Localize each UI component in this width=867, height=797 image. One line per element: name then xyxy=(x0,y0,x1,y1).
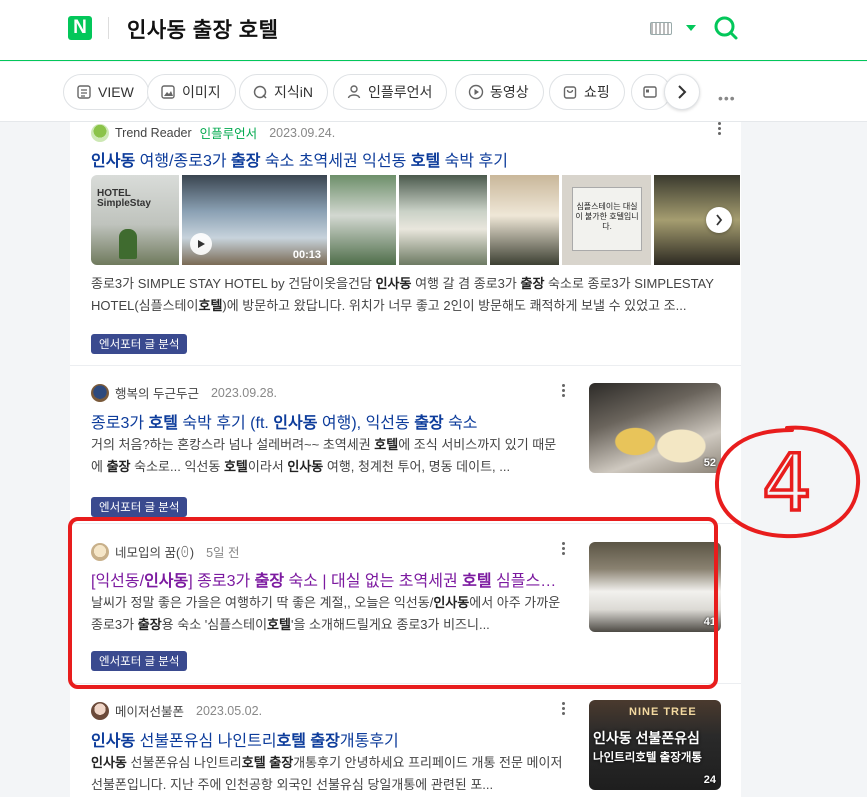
author-name: Trend Reader xyxy=(115,125,192,140)
result-description: 종로3가 SIMPLE STAY HOTEL by 건담이옷을건담 인사동 여행… xyxy=(91,276,714,313)
strip-image-lobby[interactable]: HOTEL SimpleStay xyxy=(91,175,179,265)
result-title[interactable]: 인사동 여행/종로3가 출장 숙소 초역세권 익선동 호텔 숙박 후기 xyxy=(91,147,711,171)
shopping-icon xyxy=(563,86,577,99)
analysis-tag[interactable]: 엔서포터 글 분석 xyxy=(91,497,188,517)
tab-label: 인플루언서 xyxy=(368,84,433,100)
strip-image-sign[interactable]: 심플스테이는 대실이 불가한 호텔입니다. xyxy=(562,175,651,265)
photo-count: 24 xyxy=(703,774,716,786)
search-tabs: VIEW 이미지 지식iN 인플루언서 동영상 쇼핑 ••• xyxy=(0,62,867,122)
thumb-line1: 인사동 선불폰유심 xyxy=(593,730,700,746)
image-strip[interactable]: HOTEL SimpleStay 00:13 심플스테이는 대실이 불가한 호텔… xyxy=(91,175,741,265)
image-icon xyxy=(161,85,175,99)
post-date: 2023.05.02. xyxy=(196,703,263,718)
header-divider xyxy=(108,17,109,39)
tab-video[interactable]: 동영상 xyxy=(455,74,544,110)
chevron-down-icon[interactable] xyxy=(686,25,696,31)
chevron-right-icon xyxy=(716,214,723,226)
author-name: 메이저선불폰 xyxy=(115,705,185,719)
avatar xyxy=(91,123,109,142)
author-name: 행복의 두근두근 xyxy=(115,387,199,401)
tab-shopping[interactable]: 쇼핑 xyxy=(549,74,625,110)
result-item: 행복의 두근두근 2023.09.28. 종로3가 호텔 숙박 후기 (ft. … xyxy=(70,367,741,524)
result-thumbnail[interactable]: 52 xyxy=(589,383,721,473)
thumb-sign: NINE TREE xyxy=(629,706,697,718)
play-icon[interactable] xyxy=(190,233,212,255)
result-title[interactable]: 인사동 선불폰유심 나인트리호텔 출장개통후기 xyxy=(91,727,561,751)
tab-kin[interactable]: 지식iN xyxy=(239,74,328,110)
avatar xyxy=(91,383,109,402)
more-options-icon[interactable] xyxy=(560,384,566,397)
avatar xyxy=(91,701,109,720)
view-icon xyxy=(77,85,91,99)
keyboard-icon[interactable] xyxy=(650,22,672,35)
post-date: 2023.09.28. xyxy=(210,385,278,400)
result-item: 메이저선불폰 2023.05.02. 인사동 선불폰유심 나인트리호텔 출장개통… xyxy=(70,685,741,797)
influencer-badge: 인플루언서 xyxy=(199,127,258,141)
annotation-number: 4 xyxy=(762,439,812,529)
results-list: Trend Reader 인플루언서 2023.09.24. 인사동 여행/종로… xyxy=(70,122,741,797)
post-date: 2023.09.24. xyxy=(269,125,336,140)
chevron-right-icon xyxy=(678,85,687,99)
naver-logo[interactable]: N xyxy=(68,16,92,40)
result-title[interactable]: 종로3가 호텔 숙박 후기 (ft. 인사동 여행), 익선동 출장 숙소 xyxy=(91,409,561,433)
tab-image[interactable]: 이미지 xyxy=(147,74,236,110)
strip-image-cafe[interactable] xyxy=(490,175,559,265)
person-icon xyxy=(347,85,361,99)
result-thumbnail[interactable]: NINE TREE 인사동 선불폰유심 나인트리호텔 출장개통 24 xyxy=(589,700,721,790)
result-author[interactable]: Trend Reader 인플루언서 2023.09.24. xyxy=(91,123,335,142)
result-description: 거의 처음?하는 혼캉스라 넘나 설레버려~~ 초역세권 호텔에 조식 서비스까… xyxy=(91,437,557,474)
search-icon[interactable] xyxy=(713,15,739,41)
search-query[interactable]: 인사동 출장 호텔 xyxy=(127,14,278,44)
no-rental-sign: 심플스테이는 대실이 불가한 호텔입니다. xyxy=(572,187,642,251)
tab-label: 쇼핑 xyxy=(584,84,610,100)
search-header: N 인사동 출장 호텔 xyxy=(0,0,867,61)
tab-view[interactable]: VIEW xyxy=(63,74,149,110)
strip-video[interactable]: 00:13 xyxy=(182,175,327,265)
strip-image-window[interactable] xyxy=(399,175,487,265)
more-options-icon[interactable] xyxy=(716,122,722,135)
analysis-tag[interactable]: 엔서포터 글 분석 xyxy=(91,334,188,354)
tab-label: VIEW xyxy=(98,84,134,100)
kin-icon xyxy=(253,85,267,99)
annotation-number-circle: 4 xyxy=(714,425,861,539)
image-strip-next-button[interactable] xyxy=(706,207,732,233)
tab-influencer[interactable]: 인플루언서 xyxy=(333,74,448,110)
tab-label: 이미지 xyxy=(182,84,221,100)
result-author[interactable]: 행복의 두근두근 2023.09.28. xyxy=(91,383,277,402)
more-icon[interactable]: ••• xyxy=(718,90,736,106)
tabs-next-button[interactable] xyxy=(664,74,700,110)
thumb-line2: 나인트리호텔 출장개통 xyxy=(593,752,702,764)
result-author[interactable]: 메이저선불폰 2023.05.02. xyxy=(91,701,262,720)
result-item: Trend Reader 인플루언서 2023.09.24. 인사동 여행/종로… xyxy=(70,122,741,366)
tab-label: 지식iN xyxy=(274,84,313,100)
video-duration: 00:13 xyxy=(292,249,321,261)
play-icon xyxy=(468,84,484,100)
news-icon xyxy=(643,86,657,98)
result-description: 인사동 선불폰유심 나인트리호텔 출장개통후기 안녕하세요 프리페이드 개통 전… xyxy=(91,755,563,792)
strip-image-room[interactable] xyxy=(330,175,396,265)
annotation-highlight-box xyxy=(68,517,718,689)
tab-label: 동영상 xyxy=(490,84,529,100)
more-options-icon[interactable] xyxy=(560,702,566,715)
